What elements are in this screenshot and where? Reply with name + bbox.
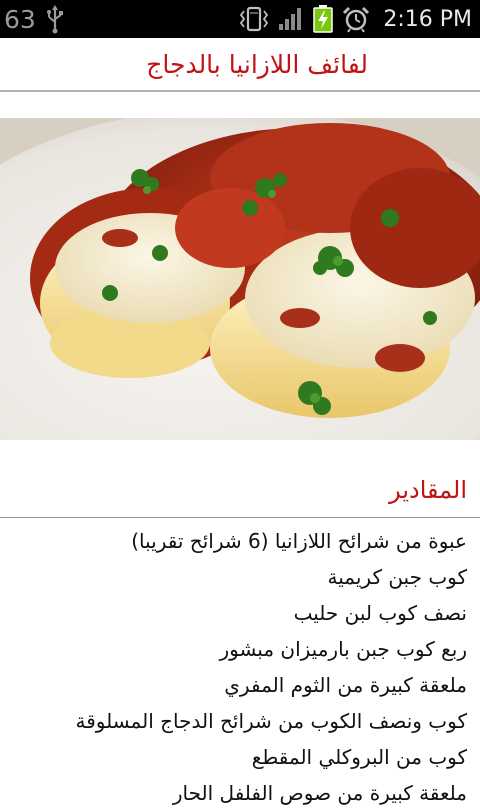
usb-icon	[46, 5, 63, 34]
section-divider	[0, 517, 480, 518]
ingredient-item: كوب من البروكلي المقطع	[251, 745, 467, 769]
ingredients-heading: المقادير	[389, 476, 467, 504]
ingredient-item: نصف كوب لبن حليب	[293, 601, 467, 625]
page-title: لفائف اللازانيا بالدجاج	[146, 50, 368, 79]
battery-level-number: 63	[4, 4, 36, 34]
clock: 2:16 PM	[383, 6, 472, 32]
ingredient-item: ربع كوب جبن بارميزان مبشور	[219, 637, 467, 661]
battery-charging-icon	[313, 5, 334, 33]
ingredients-list: عبوة من شرائح اللازانيا (6 شرائح تقريبا)…	[7, 523, 467, 811]
title-divider	[0, 90, 480, 92]
ingredient-item: ملعقة كبيرة من الثوم المفري	[224, 673, 467, 697]
recipe-photo-illustration	[0, 118, 480, 440]
alarm-icon	[343, 6, 370, 33]
ingredient-item: كوب ونصف الكوب من شرائح الدجاج المسلوقة	[75, 709, 467, 733]
ingredient-item: ملعقة كبيرة من صوص الفلفل الحار	[172, 781, 467, 805]
recipe-photo	[0, 118, 480, 440]
vibrate-icon	[240, 6, 269, 32]
ingredient-item: كوب جبن كريمية	[327, 565, 467, 589]
status-bar: 63 2:16 PM	[0, 0, 480, 38]
signal-icon	[279, 8, 302, 30]
ingredient-item: عبوة من شرائح اللازانيا (6 شرائح تقريبا)	[131, 529, 467, 553]
